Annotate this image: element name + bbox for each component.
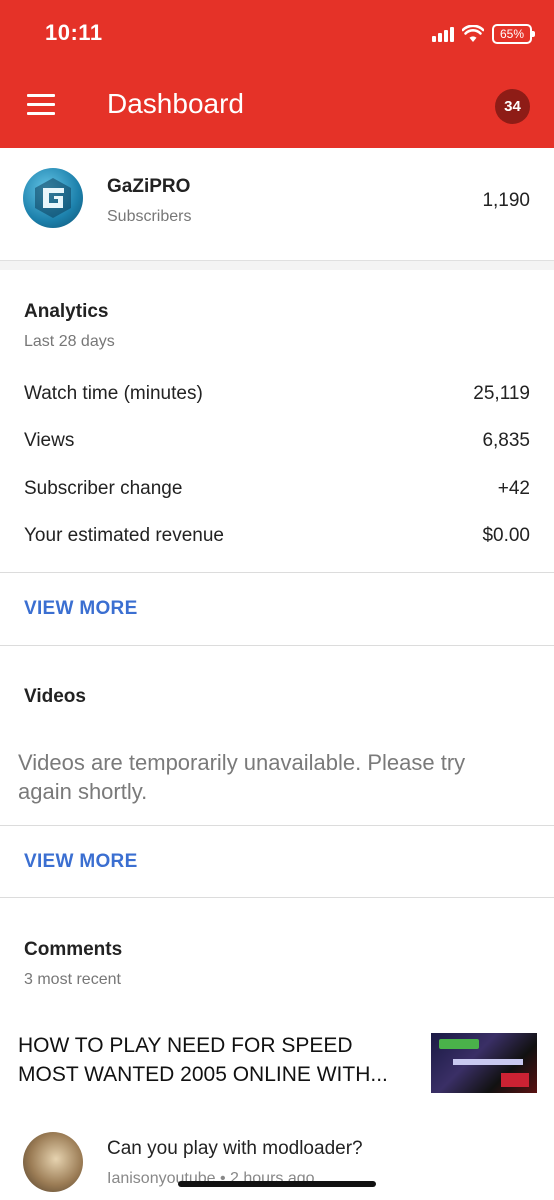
section-gap: [0, 261, 554, 270]
channel-summary[interactable]: GaZiPRO Subscribers 1,190: [0, 148, 554, 261]
channel-avatar: [23, 168, 83, 228]
videos-title: Videos: [24, 686, 86, 707]
divider: [0, 897, 554, 898]
channel-logo-icon: [35, 178, 71, 218]
status-time: 10:11: [45, 20, 103, 45]
analytics-title: Analytics: [24, 301, 109, 322]
analytics-period: Last 28 days: [24, 333, 115, 350]
metric-label: Subscriber change: [24, 478, 183, 499]
divider: [0, 825, 554, 826]
metric-value: +42: [497, 478, 530, 499]
metric-label: Views: [24, 430, 75, 451]
home-indicator[interactable]: [178, 1181, 376, 1187]
divider: [0, 645, 554, 646]
comment-text[interactable]: Can you play with modloader?: [107, 1138, 363, 1160]
channel-name: GaZiPRO: [107, 176, 191, 197]
video-thumbnail[interactable]: [431, 1033, 537, 1093]
notification-badge[interactable]: 34: [495, 89, 530, 124]
commenter-avatar[interactable]: [23, 1132, 83, 1192]
battery-icon: 65%: [492, 24, 535, 44]
videos-unavailable-message: Videos are temporarily unavailable. Plea…: [18, 750, 466, 804]
metric-value: 25,119: [473, 383, 530, 404]
metric-label: Watch time (minutes): [24, 383, 203, 404]
subscribers-label: Subscribers: [107, 208, 192, 225]
app-header: 10:11 65% Dashboard 34: [0, 0, 554, 148]
metric-label: Your estimated revenue: [24, 525, 224, 546]
page-title: Dashboard: [107, 88, 244, 119]
menu-icon[interactable]: [27, 94, 55, 118]
cellular-signal-icon: [432, 26, 454, 42]
metric-value: 6,835: [482, 430, 530, 451]
analytics-view-more-button[interactable]: VIEW MORE: [24, 598, 138, 620]
videos-view-more-button[interactable]: VIEW MORE: [24, 851, 138, 873]
wifi-icon: [462, 25, 484, 42]
subscribers-count: 1,190: [482, 190, 530, 211]
divider: [0, 572, 554, 573]
comments-title: Comments: [24, 939, 123, 960]
metric-value: $0.00: [482, 525, 530, 546]
comments-subtitle: 3 most recent: [24, 971, 121, 988]
status-icons: 65%: [432, 22, 535, 46]
comment-video-title[interactable]: HOW TO PLAY NEED FOR SPEED MOST WANTED 2…: [18, 1031, 418, 1089]
